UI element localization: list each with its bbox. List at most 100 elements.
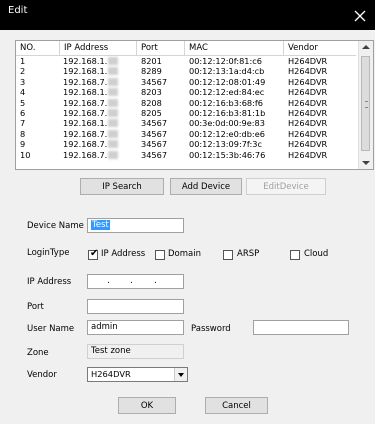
cloud-checkbox-label: Cloud [304,249,329,259]
table-row[interactable]: 8 192.168.7. 34567 00:12:12:e0:db:e6 H264DVR [16,129,356,139]
row-port: 34567 [141,139,167,149]
ok-button[interactable]: OK [118,397,176,414]
row-port-text: 34567 [141,149,168,160]
close-icon[interactable] [353,9,367,23]
vendor-dropdown[interactable]: H264DVR [87,367,188,382]
table-row[interactable]: 10 192.168.7. 34567 00:12:15:3b:46:76 H264DV… [16,150,356,160]
redacted-octet [108,119,119,128]
row-mac: 00:12:12:0f:81:c6 [189,56,262,66]
window-title: Edit [8,5,28,16]
row-number-text: 7 [20,118,26,129]
ip-search-button[interactable]: IP Search [80,178,164,195]
row-port: 8201 [141,56,162,66]
row-vendor-text: H264DVR [288,128,328,139]
row-mac: 00:12:12:ed:84:ec [189,87,264,97]
row-mac-text: 00:12:13:09:7f:3c [189,139,262,150]
row-port-text: 8205 [141,107,162,118]
scroll-down-arrow-icon[interactable] [362,161,370,165]
row-mac: 00:12:12:08:01:49 [189,77,265,87]
ip-address-checkbox[interactable]: ✔ [88,248,98,260]
password-label: Password [191,324,231,334]
row-mac-text: 00:12:13:1a:d4:cb [189,66,265,77]
table-row[interactable]: 7 192.168.1. 34567 00:3e:0d:00:9e:83 H264DVR [16,118,356,128]
row-mac: 00:12:15:3b:46:76 [189,150,265,160]
ip-separator: . [154,276,157,286]
row-vendor-text: H264DVR [288,149,328,160]
row-port-text: 34567 [141,139,168,150]
row-ip-address: 192.168.7. [63,150,119,160]
row-vendor-text: H264DVR [288,107,328,118]
row-vendor: H264DVR [288,87,327,97]
row-ip-address-text: 192.168.7. [63,128,108,139]
arsp-checkbox-label: ARSP [237,249,260,259]
user-name-label: User Name [27,324,75,334]
row-port: 34567 [141,118,167,128]
row-vendor-text: H264DVR [288,76,328,87]
table-row[interactable]: 1 192.168.1. 8201 00:12:12:0f:81:c6 H264DVR [16,56,356,66]
domain-checkbox[interactable] [155,250,165,260]
row-ip-address: 192.168.1. [63,66,119,77]
row-number: 2 [20,66,25,76]
row-port-text: 8289 [141,66,162,77]
login-type-label: LoginType [27,248,70,258]
add-device-button[interactable]: Add Device [170,178,242,195]
column-header-port[interactable]: Port [137,41,185,55]
scroll-up-arrow-icon[interactable] [362,45,370,49]
row-mac: 00:12:16:b3:68:f6 [189,98,263,108]
cloud-checkbox[interactable] [290,250,300,260]
row-number: 9 [20,139,25,149]
domain-checkbox-label: Domain [168,249,201,259]
row-number-text: 10 [20,149,31,160]
table-row[interactable]: 4 192.168.1. 8203 00:12:12:ed:84:ec H264DVR [16,87,356,97]
row-ip-address: 192.168.7. [63,98,119,108]
row-vendor: H264DVR [288,56,327,66]
row-ip-address: 192.168.7. [63,128,119,139]
row-mac: 00:3e:0d:00:9e:83 [189,118,265,128]
password-field[interactable] [253,320,349,335]
column-header-mac[interactable]: MAC [185,41,284,55]
device-name-field[interactable]: Test [87,218,184,233]
table-row[interactable]: 5 192.168.7. 8208 00:12:16:b3:68:f6 H264DVR [16,98,356,108]
port-field[interactable] [87,299,184,314]
row-port-text: 8208 [141,97,162,108]
table-row[interactable]: 2 192.168.1. 8289 00:12:13:1a:d4:cb H264DVR [16,66,356,76]
ip-separator: . [107,276,110,286]
device-list[interactable]: NO. IP Address Port MAC Vendor 1 192.168.… [15,40,374,170]
row-mac-text: 00:12:16:b3:68:f6 [189,97,263,108]
row-number-text: 3 [20,76,26,87]
zone-field[interactable]: Test zone [87,344,184,359]
cancel-button[interactable]: Cancel [205,397,268,414]
column-header-no[interactable]: NO. [16,41,60,55]
scroll-thumb[interactable] [361,56,370,151]
list-scrollbar[interactable] [358,41,373,169]
table-row[interactable]: 6 192.168.7. 8205 00:12:16:b3:81:1b H264DVR [16,108,356,118]
row-port: 34567 [141,129,167,139]
column-header-ip[interactable]: IP Address [60,41,137,55]
chevron-down-icon[interactable] [174,368,187,381]
row-vendor: H264DVR [288,66,327,76]
row-mac-text: 00:12:16:b3:81:1b [189,107,266,118]
user-name-field[interactable]: admin [87,320,184,335]
row-ip-address: 192.168.1. [63,56,119,66]
row-port: 8208 [141,98,162,108]
table-row[interactable]: 9 192.168.7. 34567 00:12:13:09:7f:3c H264DVR [16,139,356,149]
row-ip-address-text: 192.168.1. [63,66,108,77]
row-number: 4 [20,87,25,97]
redacted-octet [108,57,119,65]
row-ip-address-text: 192.168.7. [63,76,108,87]
arsp-checkbox[interactable] [223,250,233,260]
row-ip-address-text: 192.168.7. [63,107,108,118]
row-vendor-text: H264DVR [288,87,328,98]
row-mac: 00:12:13:1a:d4:cb [189,66,264,76]
ip-separator: . [130,276,133,286]
row-number-text: 2 [20,66,26,77]
row-mac-text: 00:12:12:ed:84:ec [189,87,265,98]
row-number: 1 [20,56,25,66]
ip-address-label: IP Address [27,277,72,287]
ip-address-field[interactable]: . . . [87,274,184,289]
column-header-vendor[interactable]: Vendor [284,41,356,55]
row-ip-address: 192.168.1. [63,118,119,128]
table-row[interactable]: 3 192.168.7. 34567 00:12:12:08:01:49 H264DVR [16,77,356,87]
row-number: 5 [20,98,25,108]
zone-label: Zone [27,348,49,358]
